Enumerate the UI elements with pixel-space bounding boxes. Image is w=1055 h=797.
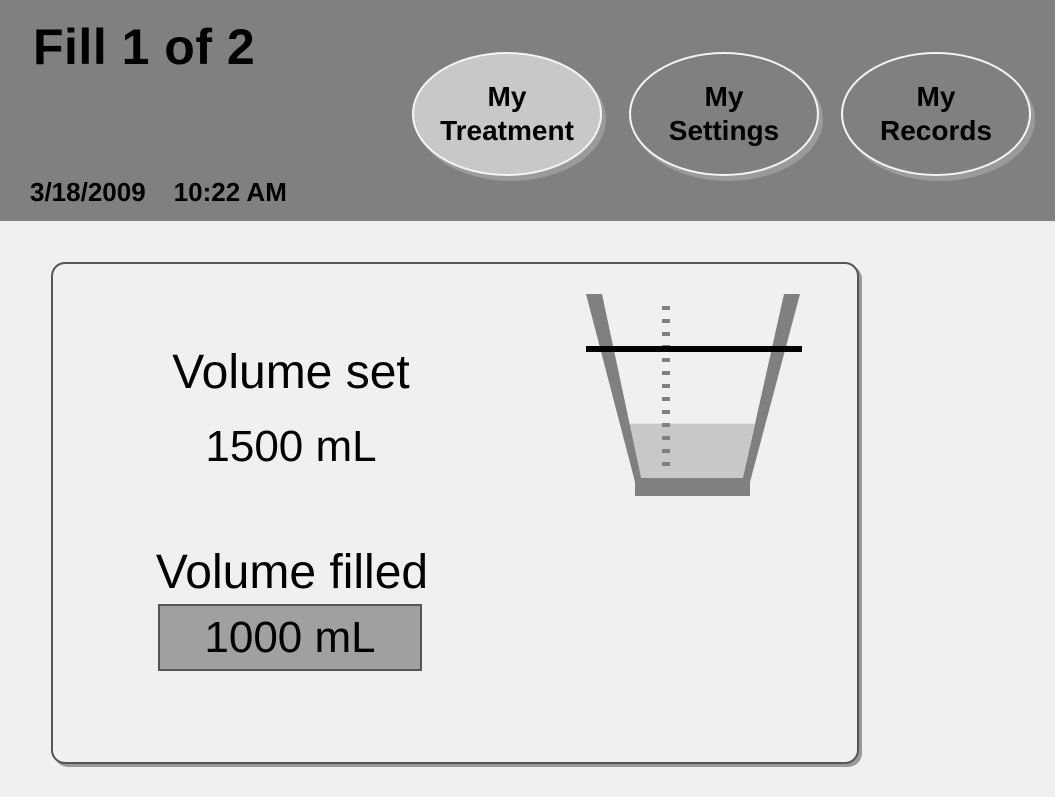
my-settings-line1: My	[704, 81, 744, 112]
my-records-line2: Records	[879, 115, 993, 146]
cup-base	[635, 478, 750, 496]
fill-cup-icon	[586, 294, 802, 496]
volume-filled-label: Volume filled	[155, 546, 429, 599]
my-records-line1: My	[916, 81, 956, 112]
cup-target-line	[586, 346, 802, 352]
cup-fluid	[602, 423, 782, 482]
volume-filled-value: 1000 mL	[158, 604, 422, 671]
my-settings-button[interactable]: My Settings	[629, 52, 819, 176]
cup-left-wall	[586, 294, 642, 482]
fill-title: Fill 1 of 2	[33, 19, 256, 75]
volume-set-label: Volume set	[172, 346, 410, 399]
my-treatment-button[interactable]: My Treatment	[412, 52, 602, 176]
cup-right-wall	[742, 294, 800, 482]
my-records-button[interactable]: My Records	[841, 52, 1031, 176]
my-treatment-line2: Treatment	[440, 115, 574, 146]
time-text: 10:22 AM	[173, 177, 287, 207]
header-bar: Fill 1 of 2 3/18/2009 10:22 AM My Treatme…	[0, 0, 1055, 221]
volume-set-value: 1500 mL	[205, 422, 377, 471]
datetime: 3/18/2009 10:22 AM	[30, 177, 287, 208]
my-treatment-line1: My	[487, 81, 527, 112]
my-settings-line2: Settings	[668, 115, 780, 146]
date-text: 3/18/2009	[30, 177, 146, 207]
